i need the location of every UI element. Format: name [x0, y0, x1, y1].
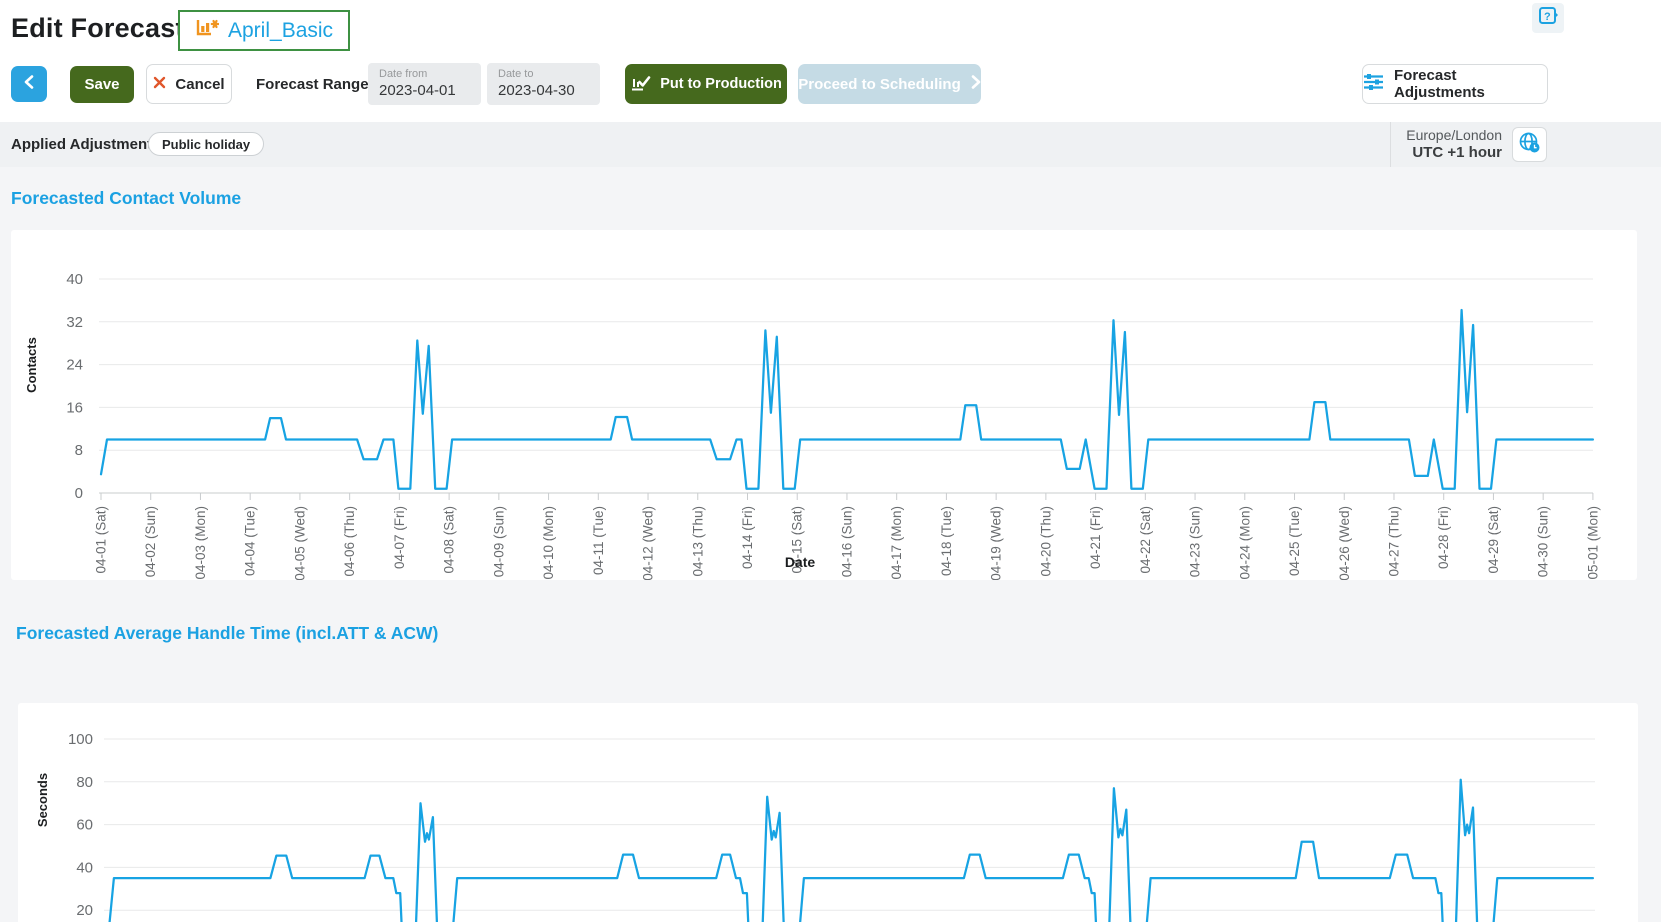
timezone-button[interactable] [1512, 127, 1547, 162]
svg-text:04-26 (Wed): 04-26 (Wed) [1337, 506, 1352, 580]
svg-text:04-03 (Mon): 04-03 (Mon) [193, 506, 208, 580]
svg-text:04-08 (Sat): 04-08 (Sat) [442, 506, 457, 574]
timezone-info: Europe/London UTC +1 hour [1310, 127, 1502, 162]
svg-text:0: 0 [75, 485, 83, 502]
globe-clock-icon [1518, 131, 1541, 159]
help-icon: ? [1538, 6, 1558, 31]
put-to-production-button[interactable]: Put to Production [625, 64, 787, 104]
cancel-button[interactable]: Cancel [146, 64, 232, 104]
svg-text:04-20 (Thu): 04-20 (Thu) [1038, 506, 1053, 577]
svg-text:04-12 (Wed): 04-12 (Wed) [641, 506, 656, 580]
svg-text:04-04 (Tue): 04-04 (Tue) [243, 506, 258, 576]
svg-text:04-28 (Fri): 04-28 (Fri) [1436, 506, 1451, 569]
svg-text:04-25 (Tue): 04-25 (Tue) [1287, 506, 1302, 576]
svg-text:04-19 (Wed): 04-19 (Wed) [989, 506, 1004, 580]
svg-text:04-17 (Mon): 04-17 (Mon) [889, 506, 904, 580]
svg-text:04-16 (Sun): 04-16 (Sun) [839, 506, 854, 577]
back-button[interactable] [11, 66, 47, 102]
svg-text:32: 32 [66, 314, 83, 331]
svg-text:80: 80 [76, 774, 93, 791]
svg-text:04-11 (Tue): 04-11 (Tue) [591, 506, 606, 575]
svg-text:60: 60 [76, 817, 93, 834]
adjustment-chip-public-holiday[interactable]: Public holiday [148, 132, 264, 156]
svg-text:04-24 (Mon): 04-24 (Mon) [1237, 506, 1252, 580]
svg-text:16: 16 [66, 399, 83, 416]
edit-forecast-page: Edit Forecast: April_Basic [0, 0, 1661, 922]
svg-text:04-02 (Sun): 04-02 (Sun) [143, 506, 158, 577]
applied-adjustments-label: Applied Adjustments: [11, 136, 165, 153]
forecast-range-label: Forecast Range: [256, 76, 374, 93]
svg-text:04-07 (Fri): 04-07 (Fri) [392, 506, 407, 569]
x-mark-icon [153, 76, 166, 93]
average-handle-time-chart-card: 2040608010004-01 (Sat)04-02 (Sun)04-03 (… [18, 703, 1638, 922]
svg-text:Contacts: Contacts [24, 337, 39, 393]
svg-text:04-10 (Mon): 04-10 (Mon) [541, 506, 556, 580]
timezone-offset: UTC +1 hour [1310, 144, 1502, 162]
date-from-label: Date from [379, 68, 470, 81]
cancel-button-label: Cancel [175, 76, 224, 93]
applied-adjustments-bar: Applied Adjustments: Public holiday Euro… [0, 122, 1661, 167]
svg-text:40: 40 [76, 859, 93, 876]
svg-text:04-06 (Thu): 04-06 (Thu) [342, 506, 357, 577]
contact-volume-chart-card: 0 8 16 24 32 40 04-01 (Sat) 04-02 (Sun) 04-03 (M… [11, 230, 1637, 580]
page-title: Edit Forecast: [11, 13, 194, 44]
svg-text:04-14 (Fri): 04-14 (Fri) [740, 506, 755, 569]
svg-text:04-09 (Sun): 04-09 (Sun) [491, 506, 506, 577]
main-content: Forecasted Contact Volume 0 8 16 24 32 40 04-0… [0, 167, 1661, 922]
forecast-icon [195, 17, 219, 44]
put-to-production-label: Put to Production [660, 76, 782, 92]
save-button[interactable]: Save [70, 66, 134, 103]
svg-text:04-05 (Wed): 04-05 (Wed) [292, 506, 307, 580]
svg-text:04-21 (Fri): 04-21 (Fri) [1088, 506, 1103, 569]
help-button[interactable]: ? [1532, 3, 1564, 33]
header: Edit Forecast: April_Basic [0, 0, 1661, 122]
proceed-to-scheduling-button[interactable]: Proceed to Scheduling [798, 64, 981, 104]
svg-text:Date: Date [785, 554, 816, 570]
save-button-label: Save [84, 76, 119, 93]
date-from-field[interactable]: Date from 2023-04-01 [368, 63, 481, 105]
forecast-name: April_Basic [228, 19, 333, 43]
svg-text:04-27 (Thu): 04-27 (Thu) [1386, 506, 1401, 577]
date-to-field[interactable]: Date to 2023-04-30 [487, 63, 600, 105]
date-to-label: Date to [498, 68, 589, 81]
forecast-adjustments-button[interactable]: Forecast Adjustments [1362, 64, 1548, 104]
svg-text:04-23 (Sun): 04-23 (Sun) [1188, 506, 1203, 577]
forecast-name-box[interactable]: April_Basic [178, 10, 350, 51]
svg-text:24: 24 [66, 357, 83, 374]
svg-text:?: ? [1544, 11, 1551, 23]
average-handle-time-title: Forecasted Average Handle Time (incl.ATT… [16, 623, 438, 644]
svg-text:8: 8 [75, 442, 83, 459]
svg-text:04-01 (Sat): 04-01 (Sat) [94, 506, 109, 574]
proceed-to-scheduling-label: Proceed to Scheduling [798, 76, 961, 93]
svg-text:04-30 (Sun): 04-30 (Sun) [1536, 506, 1551, 577]
svg-text:04-13 (Thu): 04-13 (Thu) [690, 506, 705, 577]
chevron-right-icon [971, 75, 981, 93]
contact-volume-title: Forecasted Contact Volume [11, 188, 241, 209]
svg-text:100: 100 [68, 731, 93, 748]
date-from-value: 2023-04-01 [379, 81, 470, 100]
svg-text:40: 40 [66, 271, 83, 288]
sliders-icon [1363, 73, 1384, 95]
svg-text:04-29 (Sat): 04-29 (Sat) [1486, 506, 1501, 574]
average-handle-time-chart[interactable]: 2040608010004-01 (Sat)04-02 (Sun)04-03 (… [18, 703, 1638, 922]
svg-text:Seconds: Seconds [35, 773, 50, 827]
date-to-value: 2023-04-30 [498, 81, 589, 100]
svg-text:04-18 (Tue): 04-18 (Tue) [939, 506, 954, 576]
svg-text:20: 20 [76, 902, 93, 919]
adjustment-chip-label: Public holiday [162, 137, 250, 152]
chevron-left-icon [23, 75, 35, 94]
chart-check-icon [630, 73, 651, 96]
svg-text:05-01 (Mon): 05-01 (Mon) [1585, 506, 1600, 580]
contact-volume-chart[interactable]: 0 8 16 24 32 40 04-01 (Sat) 04-02 (Sun) 04-03 (M… [11, 230, 1637, 580]
svg-text:04-22 (Sat): 04-22 (Sat) [1138, 506, 1153, 574]
timezone-region: Europe/London [1310, 127, 1502, 144]
forecast-adjustments-label: Forecast Adjustments [1394, 67, 1547, 101]
